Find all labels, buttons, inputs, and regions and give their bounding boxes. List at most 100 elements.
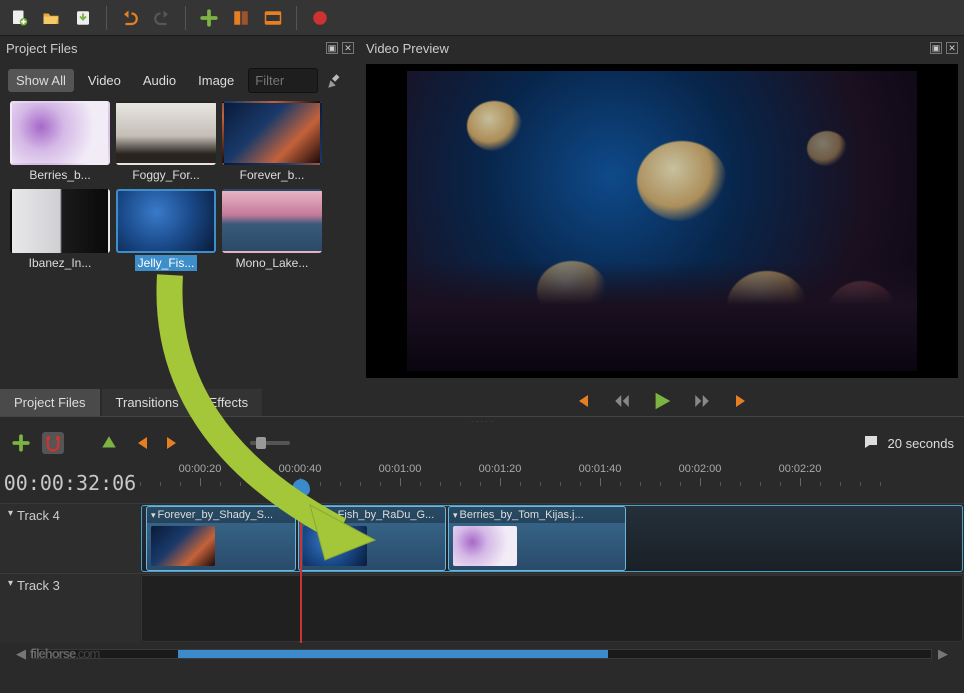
time-ruler[interactable]: 00:00:2000:00:4000:01:0000:01:2000:01:40… xyxy=(140,463,964,503)
panel-close-icon[interactable]: ✕ xyxy=(946,42,958,54)
panel-dock-icon[interactable]: ▣ xyxy=(930,42,942,54)
filter-input[interactable] xyxy=(248,68,318,93)
zoom-slider[interactable] xyxy=(250,441,290,445)
ruler-label: 00:01:00 xyxy=(379,463,422,475)
rewind-button[interactable] xyxy=(611,390,633,412)
video-preview-panel: Video Preview ▣ ✕ xyxy=(360,36,964,416)
open-project-button[interactable] xyxy=(40,7,62,29)
next-marker-button[interactable] xyxy=(162,432,184,454)
track-header[interactable]: ▾Track 4 xyxy=(0,504,140,573)
scroll-right-icon[interactable]: ▶ xyxy=(938,646,948,662)
preview-area xyxy=(366,64,958,378)
clear-filter-icon[interactable] xyxy=(324,70,346,92)
thumbnail-label: Mono_Lake... xyxy=(233,255,312,271)
scroll-left-icon[interactable]: ◀ xyxy=(16,646,26,662)
new-project-button[interactable] xyxy=(8,7,30,29)
thumbnail-image xyxy=(222,101,322,165)
thumbnail-image xyxy=(10,101,110,165)
timeline-clip[interactable]: ▾Jelly_Fish_by_RaDu_G... xyxy=(298,506,446,571)
project-files-panel: Project Files ▣ ✕ Show All Video Audio I… xyxy=(0,36,360,416)
thumbnail-item[interactable]: Berries_b... xyxy=(10,101,110,183)
jump-start-button[interactable] xyxy=(571,390,593,412)
separator xyxy=(296,6,297,30)
timeline-clip[interactable]: ▾Forever_by_Shady_S... xyxy=(146,506,296,571)
playback-controls xyxy=(360,382,964,416)
thumbnail-image xyxy=(116,101,216,165)
undo-button[interactable] xyxy=(119,7,141,29)
thumbnail-item[interactable]: Foggy_For... xyxy=(116,101,216,183)
thumbnail-image xyxy=(222,189,322,253)
chevron-down-icon[interactable]: ▾ xyxy=(8,508,13,519)
zoom-level-label: 20 seconds xyxy=(888,436,955,451)
track-body[interactable]: ▾Forever_by_Shady_S... ▾Jelly_Fish_by_Ra… xyxy=(141,505,963,572)
horizontal-scrollbar[interactable]: ◀ ▶ xyxy=(0,645,964,663)
filter-show-all[interactable]: Show All xyxy=(8,69,74,92)
add-track-button[interactable] xyxy=(10,432,32,454)
thumbnail-label: Ibanez_In... xyxy=(26,255,95,271)
filter-bar: Show All Video Audio Image xyxy=(0,60,360,101)
thumbnail-grid: Berries_b... Foggy_For... Forever_b... I… xyxy=(0,101,360,271)
panel-header: Video Preview ▣ ✕ xyxy=(360,36,964,60)
track-body[interactable] xyxy=(141,575,963,642)
clip-title: ▾Forever_by_Shady_S... xyxy=(147,507,295,523)
thumbnail-item[interactable]: Jelly_Fis... xyxy=(116,189,216,271)
panel-title: Project Files xyxy=(6,41,78,56)
export-video-button[interactable] xyxy=(309,7,331,29)
filter-audio[interactable]: Audio xyxy=(135,69,184,92)
tab-transitions[interactable]: Transitions xyxy=(102,389,193,416)
thumbnail-label: Foggy_For... xyxy=(129,167,202,183)
ruler-label: 00:02:00 xyxy=(679,463,722,475)
panel-header: Project Files ▣ ✕ xyxy=(0,36,360,60)
track-row: ▾ Track 3 xyxy=(0,573,964,643)
tab-project-files[interactable]: Project Files xyxy=(0,389,100,416)
chevron-down-icon[interactable]: ▾ xyxy=(151,510,156,521)
timeline-toolbar: 20 seconds xyxy=(0,423,964,463)
thumbnail-image xyxy=(116,189,216,253)
fast-forward-button[interactable] xyxy=(691,390,713,412)
choose-profile-button[interactable] xyxy=(230,7,252,29)
filter-video[interactable]: Video xyxy=(80,69,129,92)
clip-title: ▾Jelly_Fish_by_RaDu_G... xyxy=(299,507,445,523)
clip-thumbnail xyxy=(303,526,367,566)
preview-frame xyxy=(407,71,917,371)
redo-button[interactable] xyxy=(151,7,173,29)
thumbnail-label: Berries_b... xyxy=(26,167,93,183)
scrollbar-thumb[interactable] xyxy=(178,650,608,658)
ruler-label: 00:01:40 xyxy=(579,463,622,475)
chevron-down-icon[interactable]: ▾ xyxy=(303,510,308,521)
track-header[interactable]: ▾ Track 3 xyxy=(0,574,140,643)
jump-end-button[interactable] xyxy=(731,390,753,412)
fullscreen-button[interactable] xyxy=(262,7,284,29)
center-playhead-button[interactable] xyxy=(218,432,240,454)
play-button[interactable] xyxy=(651,390,673,412)
tab-effects[interactable]: Effects xyxy=(195,389,263,416)
ruler-label: 00:01:20 xyxy=(479,463,522,475)
import-files-button[interactable] xyxy=(198,7,220,29)
ruler-label: 00:00:40 xyxy=(279,463,322,475)
timeline-panel: · · · · · 20 seconds 00:00:32:06 00:00:2… xyxy=(0,416,964,663)
previous-marker-button[interactable] xyxy=(130,432,152,454)
timeline-clip[interactable]: ▾Berries_by_Tom_Kijas.j... xyxy=(448,506,626,571)
panel-title: Video Preview xyxy=(366,41,449,56)
playhead[interactable] xyxy=(300,503,302,643)
chevron-down-icon[interactable]: ▾ xyxy=(8,578,13,589)
thumbnail-image xyxy=(10,189,110,253)
thumbnail-item[interactable]: Forever_b... xyxy=(222,101,322,183)
track-name: Track 3 xyxy=(17,578,60,593)
clip-title: ▾Berries_by_Tom_Kijas.j... xyxy=(449,507,625,523)
tracks-container: ▾Track 4▾Forever_by_Shady_S... ▾Jelly_Fi… xyxy=(0,503,964,643)
track-row: ▾Track 4▾Forever_by_Shady_S... ▾Jelly_Fi… xyxy=(0,503,964,573)
panel-close-icon[interactable]: ✕ xyxy=(342,42,354,54)
left-panel-tabs: Project Files Transitions Effects xyxy=(0,389,360,416)
thumbnail-item[interactable]: Ibanez_In... xyxy=(10,189,110,271)
separator xyxy=(185,6,186,30)
panel-dock-icon[interactable]: ▣ xyxy=(326,42,338,54)
snapping-button[interactable] xyxy=(42,432,64,454)
add-marker-button[interactable] xyxy=(98,432,120,454)
zoom-chat-icon[interactable] xyxy=(862,433,880,454)
thumbnail-item[interactable]: Mono_Lake... xyxy=(222,189,322,271)
chevron-down-icon[interactable]: ▾ xyxy=(453,510,458,521)
save-project-button[interactable] xyxy=(72,7,94,29)
clip-thumbnail xyxy=(151,526,215,566)
filter-image[interactable]: Image xyxy=(190,69,242,92)
